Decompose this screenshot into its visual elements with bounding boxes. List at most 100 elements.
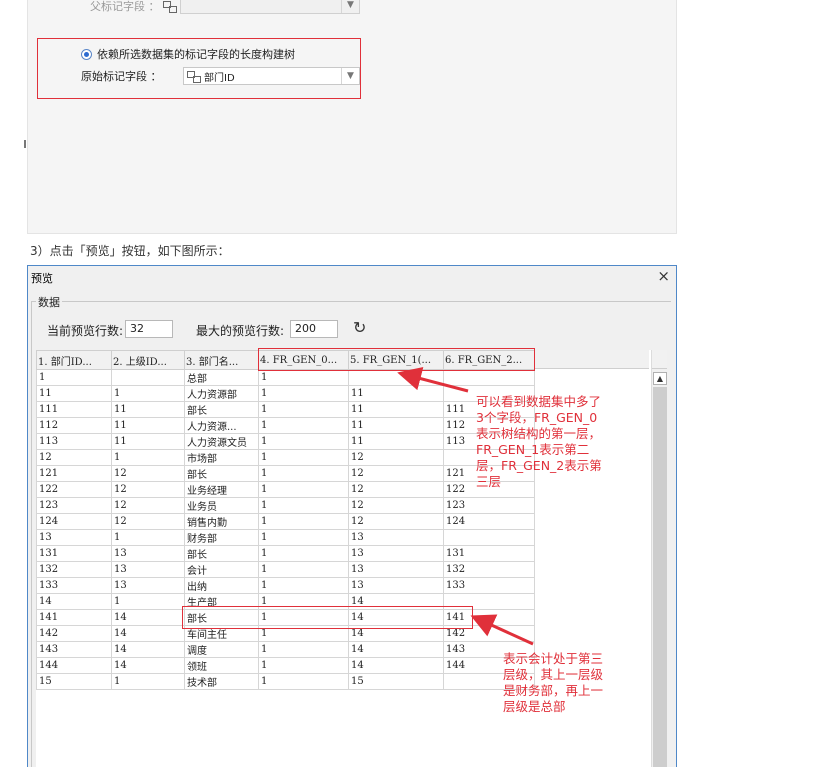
table-cell[interactable]: 1 [111,385,185,402]
table-cell[interactable]: 133 [443,577,535,594]
table-cell[interactable]: 13 [111,577,185,594]
table-cell[interactable]: 12 [111,481,185,498]
table-cell[interactable]: 1 [258,513,349,530]
table-cell[interactable]: 1 [258,577,349,594]
table-cell[interactable]: 142 [36,625,112,642]
table-row[interactable]: 133 13 出纳 1 13 133 [36,577,535,594]
table-cell[interactable]: 131 [443,545,535,562]
table-row[interactable]: 143 14 调度 1 14 143 [36,641,535,658]
table-cell[interactable]: 领班 [184,657,259,674]
table-cell[interactable]: 13 [348,577,444,594]
table-cell[interactable]: 1 [111,529,185,546]
column-header[interactable]: 2. 上级ID... [111,350,185,370]
refresh-icon[interactable]: ↻ [353,318,366,337]
table-cell[interactable]: 总部 [184,369,259,386]
table-cell[interactable]: 12 [111,497,185,514]
table-row[interactable]: 123 12 业务员 1 12 123 [36,497,535,514]
table-cell[interactable]: 11 [36,385,112,402]
table-cell[interactable]: 11 [111,401,185,418]
table-cell[interactable]: 部长 [184,545,259,562]
max-rows-input[interactable]: 200 [290,320,338,338]
table-cell[interactable]: 1 [36,369,112,386]
table-cell[interactable]: 12 [348,465,444,482]
table-cell[interactable]: 121 [36,465,112,482]
table-cell[interactable]: 出纳 [184,577,259,594]
table-cell[interactable]: 1 [258,369,349,386]
table-cell[interactable]: 12 [348,497,444,514]
table-cell[interactable]: 1 [258,497,349,514]
scroll-thumb[interactable] [653,387,667,767]
table-cell[interactable]: 11 [348,417,444,434]
parent-field-combo[interactable]: ▼ [180,0,360,14]
table-row[interactable]: 124 12 销售内勤 1 12 124 [36,513,535,530]
table-cell[interactable]: 111 [36,401,112,418]
table-cell[interactable]: 132 [443,561,535,578]
table-cell[interactable] [443,369,535,386]
table-cell[interactable]: 141 [36,609,112,626]
table-cell[interactable]: 1 [258,657,349,674]
table-cell[interactable]: 14 [36,593,112,610]
table-cell[interactable]: 14 [111,625,185,642]
table-cell[interactable]: 132 [36,561,112,578]
table-cell[interactable]: 14 [111,609,185,626]
table-cell[interactable]: 113 [36,433,112,450]
table-cell[interactable] [443,529,535,546]
table-cell[interactable]: 销售内勤 [184,513,259,530]
table-cell[interactable]: 技术部 [184,673,259,690]
column-header[interactable]: 3. 部门名... [184,350,259,370]
table-cell[interactable] [111,369,185,386]
close-icon[interactable]: × [657,267,670,285]
table-cell[interactable]: 11 [111,433,185,450]
table-cell[interactable]: 12 [111,465,185,482]
table-cell[interactable]: 12 [348,513,444,530]
chevron-down-icon[interactable]: ▼ [341,0,359,13]
table-cell[interactable]: 12 [348,481,444,498]
table-cell[interactable]: 11 [348,385,444,402]
table-cell[interactable]: 123 [36,497,112,514]
table-row[interactable]: 144 14 领班 1 14 144 [36,657,535,674]
table-cell[interactable]: 财务部 [184,529,259,546]
table-cell[interactable]: 144 [36,657,112,674]
table-cell[interactable]: 人力资源文员 [184,433,259,450]
table-cell[interactable]: 1 [258,449,349,466]
table-cell[interactable]: 人力资源部 [184,385,259,402]
table-cell[interactable]: 1 [111,673,185,690]
table-cell[interactable]: 1 [258,417,349,434]
table-cell[interactable]: 112 [36,417,112,434]
table-cell[interactable]: 12 [36,449,112,466]
table-cell[interactable]: 11 [111,417,185,434]
table-cell[interactable]: 124 [443,513,535,530]
table-cell[interactable]: 14 [111,657,185,674]
table-cell[interactable]: 业务员 [184,497,259,514]
table-row[interactable]: 111 11 部长 1 11 111 [36,401,535,418]
table-cell[interactable]: 1 [258,481,349,498]
table-cell[interactable]: 1 [111,593,185,610]
table-cell[interactable]: 133 [36,577,112,594]
table-cell[interactable] [348,369,444,386]
table-cell[interactable]: 131 [36,545,112,562]
table-cell[interactable]: 部长 [184,465,259,482]
table-cell[interactable]: 部长 [184,401,259,418]
table-cell[interactable]: 14 [111,641,185,658]
table-cell[interactable]: 13 [348,545,444,562]
table-cell[interactable]: 1 [258,385,349,402]
current-rows-input[interactable]: 32 [125,320,173,338]
table-row[interactable]: 132 13 会计 1 13 132 [36,561,535,578]
table-row[interactable]: 113 11 人力资源文员 1 11 113 [36,433,535,450]
table-cell[interactable]: 1 [258,433,349,450]
table-cell[interactable]: 市场部 [184,449,259,466]
table-cell[interactable]: 13 [348,529,444,546]
column-header[interactable]: 1. 部门ID... [36,350,112,370]
table-cell[interactable]: 123 [443,497,535,514]
table-cell[interactable]: 11 [348,433,444,450]
table-cell[interactable]: 人力资源... [184,417,259,434]
table-row[interactable]: 122 12 业务经理 1 12 122 [36,481,535,498]
table-cell[interactable]: 14 [348,641,444,658]
table-cell[interactable]: 143 [36,641,112,658]
chevron-up-icon[interactable]: ▲ [653,372,667,385]
table-cell[interactable]: 15 [36,673,112,690]
table-cell[interactable]: 12 [111,513,185,530]
table-cell[interactable]: 122 [36,481,112,498]
table-cell[interactable]: 13 [111,545,185,562]
table-cell[interactable]: 14 [348,657,444,674]
